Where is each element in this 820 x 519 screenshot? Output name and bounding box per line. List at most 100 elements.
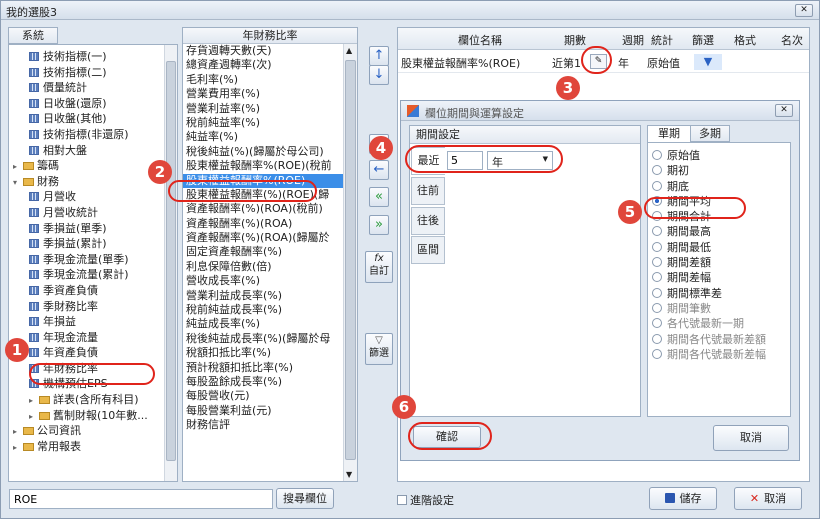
tree-item[interactable]: 技術指標(二) (13, 65, 163, 81)
tab-system[interactable]: 系統 (8, 27, 58, 44)
custom-formula-button[interactable]: fx 自訂 (365, 251, 393, 283)
field-list-item[interactable]: 稅前純益率(%) (183, 116, 343, 130)
tab-range[interactable]: 區間 (411, 236, 445, 264)
add-all-button[interactable]: « (369, 187, 389, 207)
tree-item[interactable]: 價量統計 (13, 80, 163, 96)
advanced-settings[interactable]: 進階設定 (397, 492, 454, 508)
tree-item[interactable]: 年資產負債 (13, 345, 163, 361)
move-up-button[interactable]: ↑ (369, 46, 389, 66)
field-list-item[interactable]: 財務信評 (183, 418, 343, 432)
window-close-button[interactable]: ✕ (795, 4, 813, 17)
field-list-item[interactable]: 營業費用率(%) (183, 87, 343, 101)
tree-item[interactable]: 月營收統計 (13, 205, 163, 221)
expand-right-icon[interactable]: ▸ (29, 393, 39, 409)
expand-right-icon[interactable]: ▸ (13, 424, 23, 440)
calc-option[interactable]: 各代號最新一期 (652, 316, 766, 331)
tree-item[interactable]: 日收盤(還原) (13, 96, 163, 112)
radio-icon[interactable] (652, 165, 662, 176)
tree-item[interactable]: ▸ 籌碼 (13, 158, 163, 174)
tab-single-period[interactable]: 單期 (647, 125, 691, 142)
scroll-down-arrow-icon[interactable]: ▼ (346, 470, 352, 479)
tree-item[interactable]: 季資產負債 (13, 283, 163, 299)
tab-multi-period[interactable]: 多期 (690, 125, 730, 142)
tree-item[interactable]: 季現金流量(單季) (13, 252, 163, 268)
cancel-button[interactable]: ✕ 取消 (734, 487, 802, 510)
field-list-item[interactable]: 稅後純益(%)(歸屬於母公司) (183, 145, 343, 159)
tree-item[interactable]: ▸ 詳表(含所有科目) (13, 392, 163, 408)
radio-icon[interactable] (652, 241, 662, 252)
search-input[interactable] (9, 489, 273, 509)
field-list-item[interactable]: 存貨週轉天數(天) (183, 44, 343, 58)
tab-backward[interactable]: 往前 (411, 177, 445, 205)
advanced-checkbox[interactable] (397, 495, 407, 505)
grid-column-header[interactable]: 統計 (651, 32, 673, 48)
expand-down-icon[interactable]: ▾ (13, 175, 23, 191)
filter-button[interactable]: ▽ 篩選 (365, 333, 393, 365)
filter-funnel-icon[interactable]: ▼ (694, 54, 722, 70)
calc-option[interactable]: 期底 (652, 179, 766, 194)
tree-item[interactable]: ▾ 財務 (13, 174, 163, 190)
remove-all-button[interactable]: » (369, 215, 389, 235)
remove-field-button[interactable]: ← (369, 160, 389, 180)
scroll-up-arrow-icon[interactable]: ▲ (346, 46, 352, 55)
grid-column-header[interactable]: 名次 (781, 32, 803, 48)
search-field-button[interactable]: 搜尋欄位 (276, 488, 334, 509)
field-list-item[interactable]: 每股營收(元) (183, 389, 343, 403)
field-list-item[interactable]: 稅前純益成長率(%) (183, 303, 343, 317)
tree-item[interactable]: 月營收 (13, 189, 163, 205)
calc-option[interactable]: 期初 (652, 163, 766, 178)
calc-option[interactable]: 期間筆數 (652, 301, 766, 316)
calc-option[interactable]: 期間最低 (652, 240, 766, 255)
calc-option[interactable]: 期間各代號最新差幅 (652, 347, 766, 362)
tree-item[interactable]: 季財務比率 (13, 299, 163, 315)
field-list-item[interactable]: 預計稅額扣抵比率(%) (183, 361, 343, 375)
grid-column-header[interactable]: 欄位名稱 (458, 32, 502, 48)
grid-column-header[interactable]: 期數 (564, 32, 586, 48)
grid-cell-period[interactable]: 近第1 (552, 55, 581, 71)
radio-icon[interactable] (652, 180, 662, 191)
tree-item[interactable]: 年現金流量 (13, 330, 163, 346)
tree-item[interactable]: 季損益(累計) (13, 236, 163, 252)
tree-item[interactable]: 技術指標(非還原) (13, 127, 163, 143)
field-list-item[interactable]: 營收成長率(%) (183, 274, 343, 288)
expand-right-icon[interactable]: ▸ (29, 409, 39, 425)
radio-icon[interactable] (652, 302, 662, 313)
field-list-item[interactable]: 稅後純益成長率(%)(歸屬於母 (183, 332, 343, 346)
calc-option[interactable]: 期間差額 (652, 255, 766, 270)
tree-item[interactable]: ▸ 舊制財報(10年數... (13, 408, 163, 424)
field-list-item[interactable]: 資產報酬率(%)(ROA) (183, 217, 343, 231)
field-list-item[interactable]: 固定資產報酬率(%) (183, 245, 343, 259)
radio-icon[interactable] (652, 226, 662, 237)
tree-scrollbar[interactable] (164, 45, 177, 481)
grid-column-header[interactable]: 格式 (734, 32, 756, 48)
expand-right-icon[interactable]: ▸ (13, 440, 23, 456)
tree-item[interactable]: ▸ 常用報表 (13, 439, 163, 455)
grid-column-header[interactable]: 週期 (622, 32, 644, 48)
field-list-scrollbar[interactable]: ▲ ▼ (343, 44, 357, 481)
tree-scroll-thumb[interactable] (166, 61, 176, 461)
tree-item[interactable]: 日收盤(其他) (13, 111, 163, 127)
radio-icon[interactable] (652, 257, 662, 268)
radio-icon[interactable] (652, 318, 662, 329)
field-list-item[interactable]: 資產報酬率(%)(ROA)(歸屬於 (183, 231, 343, 245)
tree-item[interactable]: 技術指標(一) (13, 49, 163, 65)
radio-icon[interactable] (652, 272, 662, 283)
field-list-item[interactable]: 純益率(%) (183, 130, 343, 144)
tab-forward[interactable]: 往後 (411, 207, 445, 235)
radio-icon[interactable] (652, 348, 662, 359)
calc-option[interactable]: 期間各代號最新差額 (652, 332, 766, 347)
field-list-item[interactable]: 純益成長率(%) (183, 317, 343, 331)
field-list-item[interactable]: 利息保障倍數(倍) (183, 260, 343, 274)
expand-right-icon[interactable]: ▸ (13, 159, 23, 175)
field-list-item[interactable]: 營業利益成長率(%) (183, 289, 343, 303)
field-list-item[interactable]: 股東權益報酬率%(ROE)(稅前 (183, 159, 343, 173)
grid-column-header[interactable]: 篩選 (692, 32, 714, 48)
radio-icon[interactable] (652, 287, 662, 298)
calc-option[interactable]: 期間最高 (652, 224, 766, 239)
dialog-cancel-button[interactable]: 取消 (713, 425, 789, 451)
field-list-item[interactable]: 稅額扣抵比率(%) (183, 346, 343, 360)
move-down-button[interactable]: ↓ (369, 65, 389, 85)
tree-item[interactable]: 相對大盤 (13, 143, 163, 159)
radio-icon[interactable] (652, 150, 662, 160)
calc-option[interactable]: 原始值 (652, 148, 766, 163)
